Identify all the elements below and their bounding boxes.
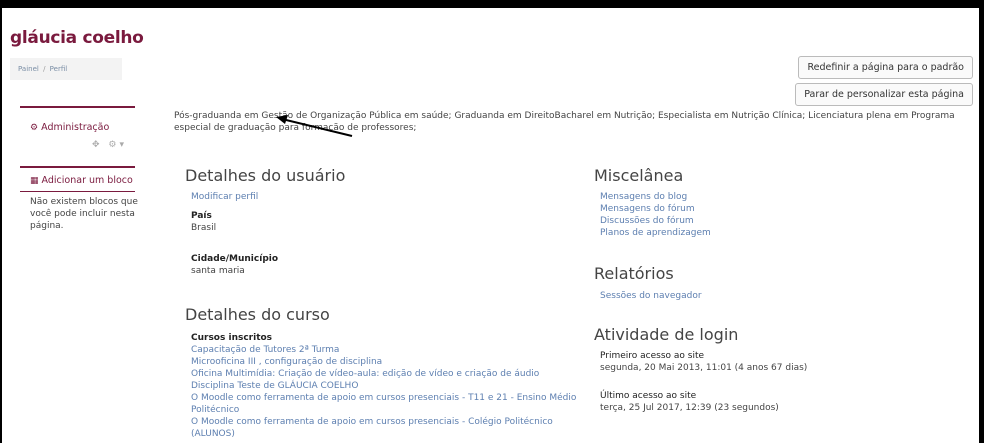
add-block-label: Adicionar um bloco: [41, 175, 133, 186]
forum-posts-link[interactable]: Mensagens do fórum: [600, 204, 695, 214]
add-block-message: Não existem blocos que você pode incluir…: [30, 197, 138, 231]
course-link[interactable]: (ALUNOS): [191, 429, 235, 439]
course-link[interactable]: Oficina Multimídia: Criação de vídeo-aul…: [191, 369, 539, 379]
first-access-value: segunda, 20 Mai 2013, 11:01 (4 anos 67 d…: [600, 363, 808, 373]
enrolled-courses-label: Cursos inscritos: [191, 333, 273, 343]
forum-discussions-link[interactable]: Discussões do fórum: [600, 216, 694, 226]
misc-heading: Miscelânea: [594, 166, 684, 185]
admin-title-label: Administração: [41, 122, 110, 133]
divider: [20, 191, 135, 192]
first-access-label: Primeiro acesso ao site: [600, 351, 705, 361]
country-value: Brasil: [191, 223, 217, 233]
user-details-heading: Detalhes do usuário: [185, 166, 346, 185]
course-link[interactable]: Microoficina III , configuração de disci…: [191, 357, 382, 367]
add-block: ▦ Adicionar um bloco Não existem blocos …: [20, 166, 138, 238]
breadcrumb-separator: /: [43, 65, 46, 73]
grid-icon: ▦: [30, 176, 39, 186]
annotation-arrow-icon: [276, 115, 353, 137]
add-block-title: ▦ Adicionar um bloco: [30, 175, 133, 186]
edit-profile-link[interactable]: Modificar perfil: [191, 192, 258, 202]
blog-posts-link[interactable]: Mensagens do blog: [600, 192, 687, 202]
admin-block: ⚙ Administração ✥ ⚙▾: [20, 106, 135, 156]
stop-customize-button[interactable]: Parar de personalizar esta página: [795, 83, 973, 106]
reset-page-button[interactable]: Redefinir a página para o padrão: [798, 56, 973, 79]
last-access-label: Último acesso ao site: [600, 391, 697, 401]
city-label: Cidade/Município: [191, 254, 279, 264]
breadcrumb-current[interactable]: Perfil: [50, 65, 68, 73]
login-activity-heading: Atividade de login: [594, 325, 739, 344]
breadcrumb: Painel / Perfil: [10, 58, 122, 80]
course-link[interactable]: Capacitação de Tutores 2ª Turma: [191, 345, 339, 355]
block-controls-icon[interactable]: ✥ ⚙▾: [92, 140, 127, 150]
course-link[interactable]: O Moodle como ferramenta de apoio em cur…: [191, 393, 576, 403]
city-value: santa maria: [191, 266, 245, 276]
course-link[interactable]: Disciplina Teste de GLÁUCIA COELHO: [191, 381, 358, 391]
course-details-heading: Detalhes do curso: [185, 305, 330, 324]
page-title: gláucia coelho: [10, 28, 144, 48]
profile-page: gláucia coelho Painel / Perfil Redefinir…: [2, 8, 979, 443]
learning-plans-link[interactable]: Planos de aprendizagem: [600, 228, 711, 238]
admin-block-title[interactable]: ⚙ Administração: [30, 122, 109, 133]
country-label: País: [191, 211, 212, 221]
gear-icon: ⚙: [30, 123, 39, 133]
last-access-value: terça, 25 Jul 2017, 12:39 (23 segundos): [600, 403, 779, 413]
course-link[interactable]: O Moodle como ferramenta de apoio em cur…: [191, 417, 553, 427]
breadcrumb-home[interactable]: Painel: [18, 65, 39, 73]
browser-sessions-link[interactable]: Sessões do navegador: [600, 291, 702, 301]
screenshot-frame: gláucia coelho Painel / Perfil Redefinir…: [0, 0, 984, 443]
reports-heading: Relatórios: [594, 264, 674, 283]
course-link[interactable]: Politécnico: [191, 405, 239, 415]
